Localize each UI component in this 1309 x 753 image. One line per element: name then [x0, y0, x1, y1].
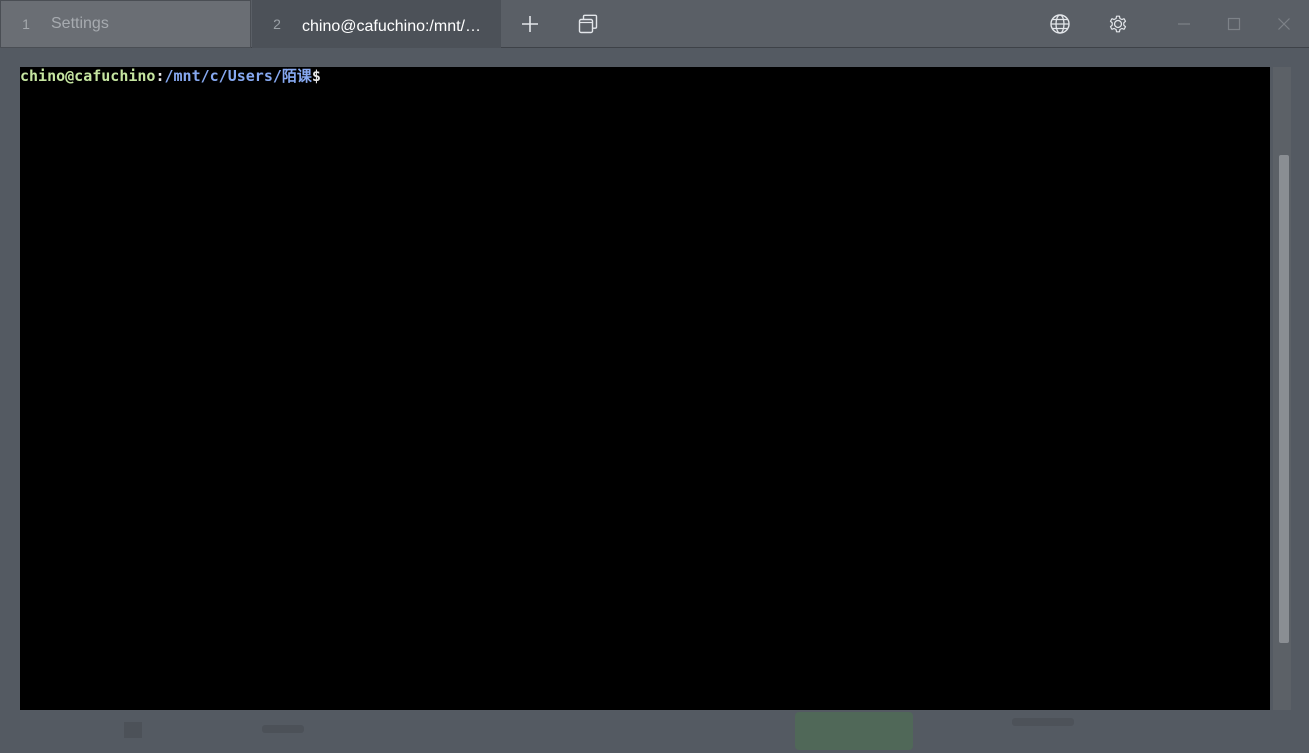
gear-icon [1109, 15, 1127, 33]
prompt-path: /mnt/c/Users/陌课 [164, 67, 312, 85]
background-icon [124, 722, 142, 738]
globe-icon [1050, 14, 1070, 34]
tab-switcher-button[interactable] [572, 8, 604, 40]
background-button [795, 712, 913, 750]
tab-title: chino@cafuchino:/mnt/c/Users/陌课 [302, 18, 482, 35]
close-button[interactable] [1268, 8, 1300, 40]
maximize-icon [1227, 17, 1241, 31]
maximize-button[interactable] [1218, 8, 1250, 40]
stacked-windows-icon [578, 14, 598, 34]
scrollbar-thumb[interactable] [1279, 155, 1289, 643]
terminal-output-area[interactable]: chino@cafuchino:/mnt/c/Users/陌课$ [20, 67, 1270, 710]
prompt-user-host: chino@cafuchino [20, 67, 156, 85]
tab-number: 2 [273, 16, 281, 32]
prompt-colon: : [155, 67, 165, 85]
language-button[interactable] [1044, 8, 1076, 40]
prompt-dollar: $ [311, 67, 321, 85]
background-text [1012, 718, 1074, 726]
plus-icon [522, 16, 538, 32]
prompt-line: chino@cafuchino:/mnt/c/Users/陌课$ [20, 67, 321, 85]
background-text [262, 725, 304, 733]
settings-button[interactable] [1102, 8, 1134, 40]
new-tab-button[interactable] [514, 8, 546, 40]
close-icon [1278, 18, 1290, 30]
tab-settings[interactable]: 1 Settings [0, 0, 251, 48]
minimize-button[interactable] [1168, 8, 1200, 40]
tab-terminal-session[interactable]: 2 chino@cafuchino:/mnt/c/Users/陌课 [252, 0, 501, 48]
minimize-icon [1178, 23, 1190, 25]
tab-title: Settings [51, 15, 109, 32]
tab-number: 1 [22, 16, 30, 32]
terminal-scrollbar[interactable] [1273, 67, 1291, 710]
title-bar: 1 Settings 2 chino@cafuchino:/mnt/c/User… [0, 0, 1309, 48]
